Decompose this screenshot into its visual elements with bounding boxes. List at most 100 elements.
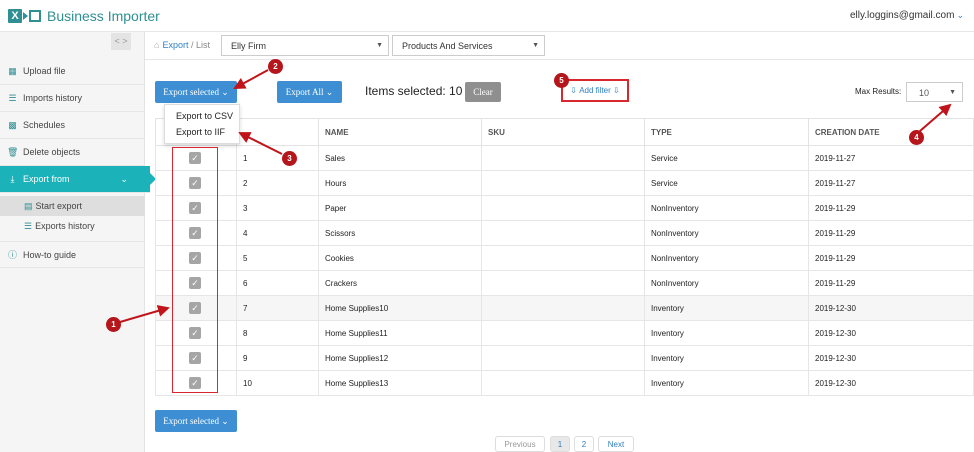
checkbox-checked-icon[interactable]: ✓ bbox=[189, 202, 201, 214]
user-email: elly.loggins@gmail.com bbox=[850, 10, 955, 21]
company-select[interactable]: Elly Firm ▼ bbox=[221, 35, 389, 56]
row-sku bbox=[481, 170, 645, 196]
checkbox-checked-icon[interactable]: ✓ bbox=[189, 277, 201, 289]
annotation-marker-5: 5 bbox=[554, 73, 569, 88]
checkbox-checked-icon[interactable]: ✓ bbox=[189, 377, 201, 389]
row-checkbox-cell[interactable]: ✓ bbox=[155, 245, 237, 271]
export-selected-button[interactable]: Export selected ⌄ bbox=[155, 81, 237, 103]
table-row[interactable]: ✓ 7 Home Supplies10 Inventory 2019-12-30 bbox=[155, 295, 974, 321]
export-all-button[interactable]: Export All ⌄ bbox=[277, 81, 342, 103]
row-number: 9 bbox=[236, 345, 319, 371]
row-name: Paper bbox=[318, 195, 482, 221]
checkbox-checked-icon[interactable]: ✓ bbox=[189, 327, 201, 339]
checkbox-checked-icon[interactable]: ✓ bbox=[189, 352, 201, 364]
table-row[interactable]: ✓ 10 Home Supplies13 Inventory 2019-12-3… bbox=[155, 370, 974, 396]
row-type: NonInventory bbox=[644, 220, 809, 246]
table-row[interactable]: ✓ 6 Crackers NonInventory 2019-11-29 bbox=[155, 270, 974, 296]
trash-icon: 🗑 bbox=[7, 146, 19, 157]
pagination-page-2[interactable]: 2 bbox=[574, 436, 594, 452]
row-type: Inventory bbox=[644, 370, 809, 396]
pagination-next[interactable]: Next bbox=[598, 436, 634, 452]
entity-select-value: Products And Services bbox=[402, 41, 493, 51]
arrow-down-icon: ⇩ bbox=[613, 86, 620, 95]
app-logo[interactable]: X Business Importer bbox=[8, 6, 160, 26]
sidebar-item-export-from[interactable]: ⤓ Export from ⌄ bbox=[0, 166, 156, 193]
row-name: Home Supplies13 bbox=[318, 370, 482, 396]
checkbox-checked-icon[interactable]: ✓ bbox=[189, 227, 201, 239]
row-type: Inventory bbox=[644, 345, 809, 371]
row-creation-date: 2019-11-27 bbox=[808, 145, 974, 171]
row-checkbox-cell[interactable]: ✓ bbox=[155, 145, 237, 171]
sidebar-item-delete-objects[interactable]: 🗑 Delete objects bbox=[0, 139, 145, 166]
annotation-marker-1: 1 bbox=[106, 317, 121, 332]
checkbox-checked-icon[interactable]: ✓ bbox=[189, 177, 201, 189]
row-sku bbox=[481, 320, 645, 346]
sidebar-item-schedules[interactable]: ▩ Schedules bbox=[0, 112, 145, 139]
app-title: Business Importer bbox=[47, 8, 160, 24]
row-checkbox-cell[interactable]: ✓ bbox=[155, 370, 237, 396]
max-results-label: Max Results: bbox=[855, 87, 902, 96]
row-number: 3 bbox=[236, 195, 319, 221]
entity-select[interactable]: Products And Services ▼ bbox=[392, 35, 545, 56]
top-bar: X Business Importer elly.loggins@gmail.c… bbox=[0, 0, 974, 32]
name-column-header[interactable]: NAME bbox=[318, 118, 482, 146]
sidebar-item-upload-file[interactable]: ▦ Upload file bbox=[0, 58, 145, 85]
table-row[interactable]: ✓ 9 Home Supplies12 Inventory 2019-12-30 bbox=[155, 345, 974, 371]
table-row[interactable]: ✓ 2 Hours Service 2019-11-27 bbox=[155, 170, 974, 196]
type-column-header[interactable]: TYPE bbox=[644, 118, 809, 146]
checkbox-checked-icon[interactable]: ✓ bbox=[189, 302, 201, 314]
sidebar-subitem-start-export[interactable]: ▤ Start export bbox=[0, 196, 145, 216]
checkbox-checked-icon[interactable]: ✓ bbox=[189, 252, 201, 264]
row-checkbox-cell[interactable]: ✓ bbox=[155, 220, 237, 246]
row-type: NonInventory bbox=[644, 195, 809, 221]
table-row[interactable]: ✓ 3 Paper NonInventory 2019-11-29 bbox=[155, 195, 974, 221]
row-creation-date: 2019-11-27 bbox=[808, 170, 974, 196]
row-checkbox-cell[interactable]: ✓ bbox=[155, 195, 237, 221]
user-menu[interactable]: elly.loggins@gmail.com ⌄ bbox=[850, 10, 964, 21]
menu-item-export-csv[interactable]: Export to CSV bbox=[176, 111, 233, 121]
breadcrumb: ⌂ Export / List bbox=[154, 40, 210, 50]
add-filter-button[interactable]: ⇩ Add filter ⇩ bbox=[561, 79, 629, 102]
row-checkbox-cell[interactable]: ✓ bbox=[155, 270, 237, 296]
table-row[interactable]: ✓ 8 Home Supplies11 Inventory 2019-12-30 bbox=[155, 320, 974, 346]
row-number: 10 bbox=[236, 370, 319, 396]
sidebar-item-label: Delete objects bbox=[23, 147, 81, 157]
breadcrumb-separator: / bbox=[190, 40, 194, 50]
clear-button[interactable]: Clear bbox=[465, 82, 501, 102]
row-type: NonInventory bbox=[644, 270, 809, 296]
pagination-page-1[interactable]: 1 bbox=[550, 436, 570, 452]
table-row[interactable]: ✓ 4 Scissors NonInventory 2019-11-29 bbox=[155, 220, 974, 246]
sku-column-header[interactable]: SKU bbox=[481, 118, 645, 146]
logo-arrow-icon bbox=[23, 12, 28, 20]
caret-down-icon: ▼ bbox=[949, 89, 956, 96]
row-checkbox-cell[interactable]: ✓ bbox=[155, 170, 237, 196]
creation-date-column-header[interactable]: CREATION DATE bbox=[808, 118, 974, 146]
row-number: 2 bbox=[236, 170, 319, 196]
checkbox-checked-icon[interactable]: ✓ bbox=[189, 152, 201, 164]
row-creation-date: 2019-12-30 bbox=[808, 345, 974, 371]
row-creation-date: 2019-12-30 bbox=[808, 320, 974, 346]
sidebar-item-imports-history[interactable]: ☰ Imports history bbox=[0, 85, 145, 112]
menu-item-export-iif[interactable]: Export to IIF bbox=[176, 127, 225, 137]
row-sku bbox=[481, 145, 645, 171]
sidebar-collapse-button[interactable]: < > bbox=[111, 33, 131, 50]
row-checkbox-cell[interactable]: ✓ bbox=[155, 295, 237, 321]
row-type: NonInventory bbox=[644, 245, 809, 271]
breadcrumb-export-link[interactable]: Export bbox=[162, 40, 188, 50]
table-row[interactable]: ✓ 1 Sales Service 2019-11-27 bbox=[155, 145, 974, 171]
row-name: Cookies bbox=[318, 245, 482, 271]
row-checkbox-cell[interactable]: ✓ bbox=[155, 345, 237, 371]
row-type: Inventory bbox=[644, 295, 809, 321]
row-name: Home Supplies11 bbox=[318, 320, 482, 346]
max-results-select[interactable]: 10 ▼ bbox=[906, 82, 963, 102]
pagination-previous[interactable]: Previous bbox=[495, 436, 545, 452]
sidebar-item-label: Imports history bbox=[23, 93, 83, 103]
sidebar-item-how-to-guide[interactable]: ⓘ How-to guide bbox=[0, 241, 145, 268]
row-checkbox-cell[interactable]: ✓ bbox=[155, 320, 237, 346]
table-row[interactable]: ✓ 5 Cookies NonInventory 2019-11-29 bbox=[155, 245, 974, 271]
sidebar-subitem-exports-history[interactable]: ☰ Exports history bbox=[0, 216, 145, 236]
chevron-down-icon: ⌄ bbox=[221, 86, 229, 97]
items-selected-count: Items selected: 10 bbox=[365, 84, 463, 98]
export-selected-bottom-button[interactable]: Export selected ⌄ bbox=[155, 410, 237, 432]
chevron-down-icon: ⌄ bbox=[120, 173, 128, 184]
